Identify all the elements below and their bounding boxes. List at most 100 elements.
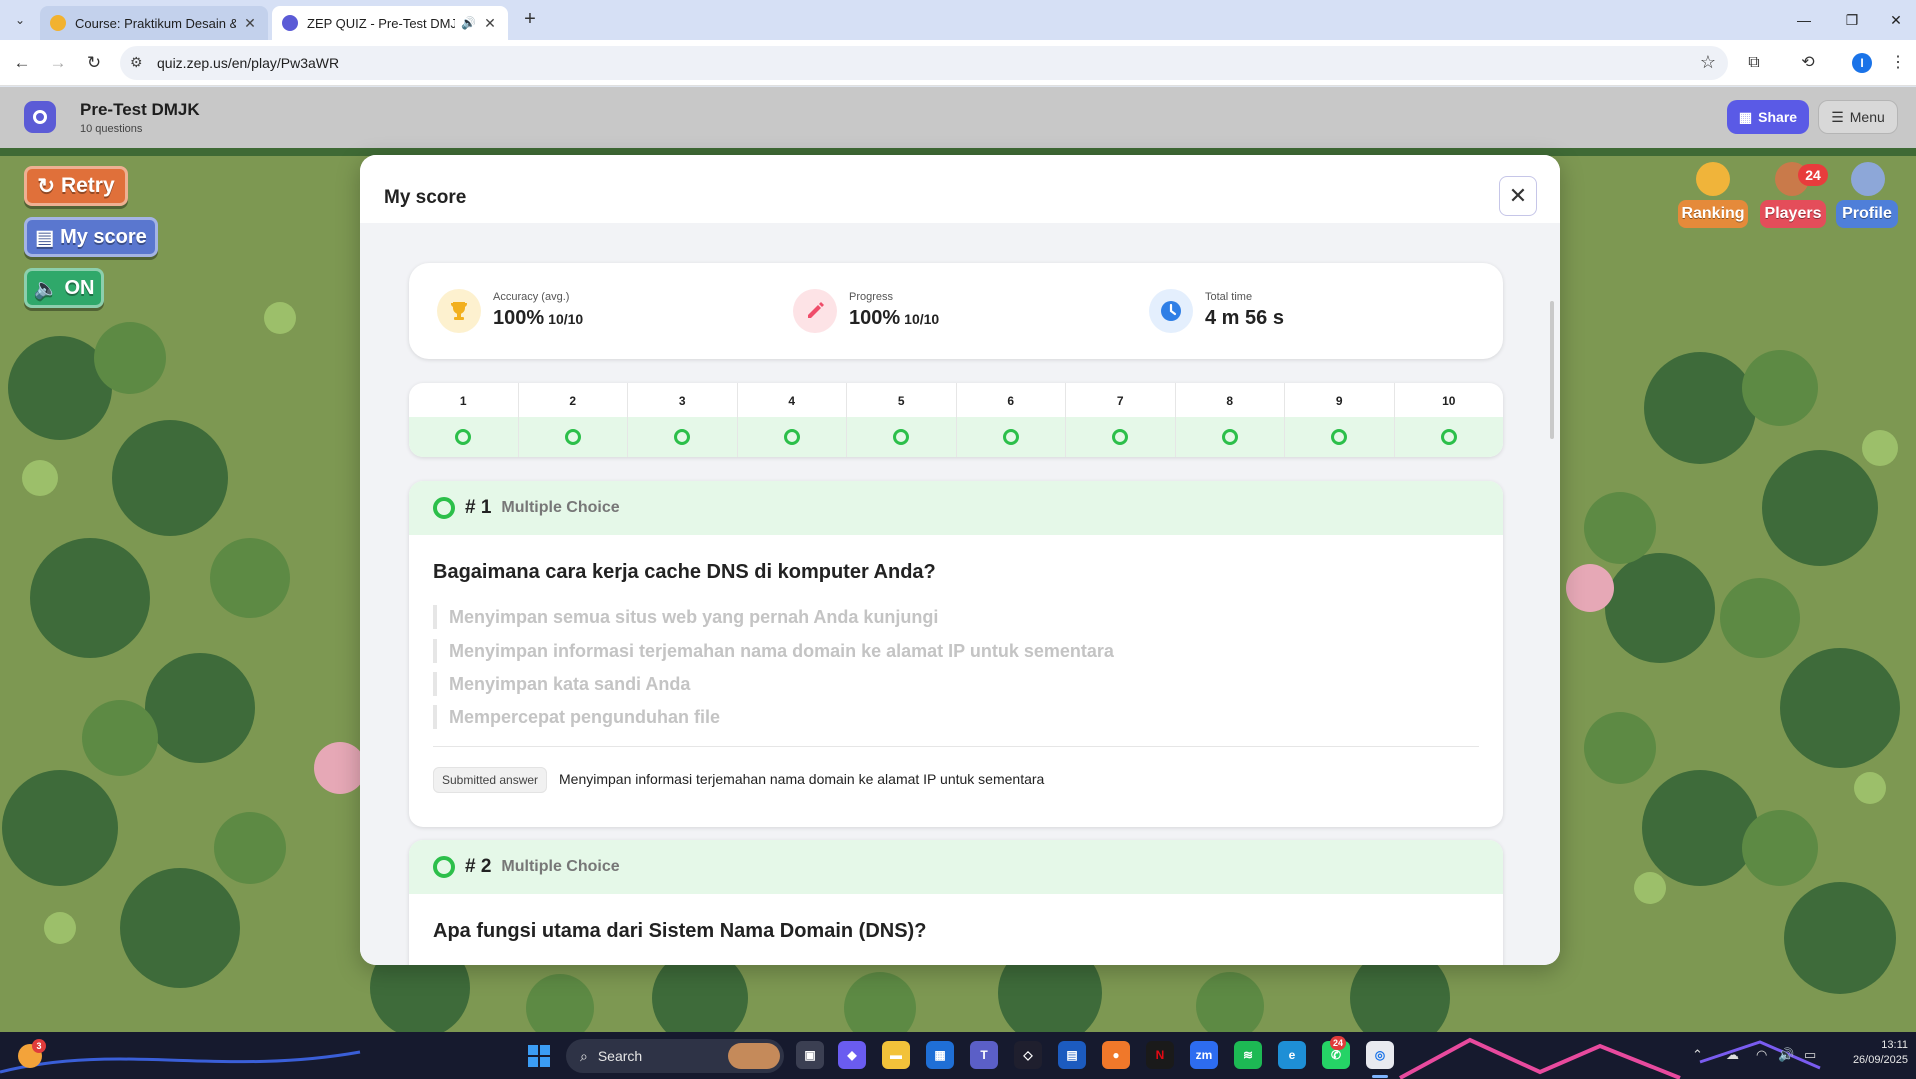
modal-scrollbar[interactable] bbox=[1550, 301, 1554, 439]
correct-ring-icon bbox=[1221, 429, 1238, 445]
question-cell[interactable]: 1 bbox=[409, 383, 519, 457]
task-view-icon[interactable]: ▣ bbox=[796, 1041, 824, 1069]
firefox-icon[interactable]: ● bbox=[1102, 1041, 1130, 1069]
profile-avatar[interactable]: I bbox=[1852, 53, 1872, 73]
pencil-icon bbox=[793, 289, 837, 333]
my-score-button[interactable]: ▤ My score bbox=[24, 217, 158, 257]
restore-icon[interactable]: ❐ bbox=[1830, 6, 1874, 34]
profile-label: Profile bbox=[1836, 200, 1898, 228]
question-card: # 2 Multiple Choice Apa fungsi utama dar… bbox=[409, 840, 1503, 965]
tab-search-button[interactable]: ⌄ bbox=[8, 8, 32, 32]
tab-title: Course: Praktikum Desain & Ma bbox=[75, 15, 236, 31]
question-cell[interactable]: 2 bbox=[518, 383, 628, 457]
active-app-indicator bbox=[1372, 1075, 1388, 1078]
teams-icon[interactable]: T bbox=[970, 1041, 998, 1069]
store-icon[interactable]: ▦ bbox=[926, 1041, 954, 1069]
trophy-icon bbox=[437, 289, 481, 333]
question-index: # 1 bbox=[465, 497, 492, 518]
zep-favicon-icon bbox=[282, 15, 298, 31]
my-score-label: My score bbox=[60, 225, 147, 248]
menu-button[interactable]: ☰ Menu bbox=[1818, 100, 1898, 134]
question-number: 9 bbox=[1335, 394, 1343, 408]
close-tab-icon[interactable]: ✕ bbox=[482, 15, 498, 32]
close-window-icon[interactable]: ✕ bbox=[1874, 6, 1916, 34]
close-tab-icon[interactable]: ✕ bbox=[242, 15, 258, 32]
score-summary-card: Accuracy (avg.) 100% 10/10 Progress 100% 1… bbox=[409, 263, 1503, 359]
minimize-icon[interactable]: — bbox=[1782, 6, 1826, 34]
speaker-icon: 🔈 bbox=[33, 277, 59, 300]
total-time-value: 4 m 56 s bbox=[1205, 307, 1284, 329]
correct-ring-icon bbox=[564, 429, 581, 445]
search-icon: ⌕ bbox=[580, 1047, 588, 1064]
edge-icon[interactable]: e bbox=[1278, 1041, 1306, 1069]
back-icon[interactable]: ← bbox=[8, 49, 36, 77]
accuracy-label: Accuracy (avg.) bbox=[493, 291, 570, 303]
clipboard-icon: ▤ bbox=[35, 226, 55, 249]
question-cell[interactable]: 4 bbox=[737, 383, 847, 457]
forward-icon[interactable]: → bbox=[44, 49, 72, 77]
question-cell[interactable]: 3 bbox=[628, 383, 738, 457]
correct-ring-icon bbox=[674, 429, 691, 445]
wallpaper-strip bbox=[0, 1037, 1821, 1079]
question-cell[interactable]: 7 bbox=[1066, 383, 1176, 457]
weather-badge: 3 bbox=[32, 1039, 46, 1053]
new-tab-button[interactable]: + bbox=[518, 8, 542, 32]
battery-icon[interactable]: ▭ bbox=[1804, 1047, 1816, 1063]
volume-icon[interactable]: 🔊 bbox=[1778, 1047, 1794, 1063]
windows-start-icon[interactable] bbox=[528, 1045, 550, 1067]
question-cell[interactable]: 6 bbox=[956, 383, 1066, 457]
tab-zep-quiz[interactable]: ZEP QUIZ - Pre-Test DMJK 🔊 ✕ bbox=[272, 6, 508, 40]
progress-label: Progress bbox=[849, 291, 894, 303]
taskbar-search[interactable]: ⌕ Search bbox=[566, 1039, 784, 1073]
menu-label: Menu bbox=[1849, 109, 1885, 125]
chrome-icon[interactable]: ◎ bbox=[1366, 1041, 1394, 1069]
history-icon[interactable]: ⟲ bbox=[1796, 51, 1820, 75]
profile-button[interactable]: Profile bbox=[1836, 162, 1898, 228]
correct-ring-icon bbox=[783, 429, 800, 445]
modal-body[interactable]: Accuracy (avg.) 100% 10/10 Progress 100% 1… bbox=[360, 223, 1560, 965]
submitted-answer-text: Menyimpan informasi terjemahan nama doma… bbox=[559, 771, 1045, 787]
correct-ring-icon bbox=[1331, 429, 1348, 445]
ranking-button[interactable]: Ranking bbox=[1678, 162, 1748, 228]
question-number: 1 bbox=[459, 394, 467, 408]
reload-icon[interactable]: ↻ bbox=[80, 49, 108, 77]
dropbox-icon[interactable]: ◇ bbox=[1014, 1041, 1042, 1069]
code-editor-icon[interactable]: ▤ bbox=[1058, 1041, 1086, 1069]
sound-toggle-button[interactable]: 🔈 ON bbox=[24, 268, 104, 308]
question-card-header: # 1 Multiple Choice bbox=[409, 481, 1503, 535]
close-modal-button[interactable]: ✕ bbox=[1499, 176, 1537, 216]
question-cell[interactable]: 5 bbox=[847, 383, 957, 457]
tray-overflow-icon[interactable]: ⌃ bbox=[1692, 1047, 1703, 1063]
question-number: 4 bbox=[788, 394, 796, 408]
question-cell[interactable]: 10 bbox=[1394, 383, 1503, 457]
taskbar-clock[interactable]: 13:11 26/09/2025 bbox=[1848, 1038, 1908, 1068]
bookmark-star-icon[interactable]: ☆ bbox=[1700, 52, 1716, 73]
whatsapp-badge: 24 bbox=[1330, 1036, 1347, 1050]
question-index: # 2 bbox=[465, 856, 492, 877]
share-button[interactable]: ▦ Share bbox=[1727, 100, 1809, 134]
file-explorer-icon[interactable]: ▬ bbox=[882, 1041, 910, 1069]
quiz-title: Pre-Test DMJK bbox=[80, 100, 200, 119]
retry-button[interactable]: ↻ Retry bbox=[24, 166, 128, 206]
tab-course[interactable]: Course: Praktikum Desain & Ma ✕ bbox=[40, 6, 268, 40]
browser-menu-icon[interactable]: ⋮ bbox=[1886, 51, 1910, 75]
question-cell[interactable]: 9 bbox=[1285, 383, 1395, 457]
submitted-answer-badge: Submitted answer bbox=[433, 767, 548, 793]
extensions-icon[interactable]: ⧉ bbox=[1742, 51, 1766, 75]
site-info-icon[interactable]: ⚙ bbox=[130, 54, 143, 71]
copilot-icon[interactable]: ◆ bbox=[838, 1041, 866, 1069]
question-cell[interactable]: 8 bbox=[1175, 383, 1285, 457]
zep-quiz-logo-icon[interactable] bbox=[24, 101, 56, 133]
zoom-icon[interactable]: zm bbox=[1190, 1041, 1218, 1069]
url-text[interactable]: quiz.zep.us/en/play/Pw3aWR bbox=[157, 55, 339, 71]
search-placeholder: Search bbox=[597, 1048, 643, 1064]
wifi-icon[interactable]: ◠ bbox=[1756, 1047, 1767, 1063]
netflix-icon[interactable]: N bbox=[1146, 1041, 1174, 1069]
sound-label: ON bbox=[64, 276, 95, 299]
correct-ring-icon bbox=[433, 856, 455, 878]
address-bar[interactable]: ⚙ quiz.zep.us/en/play/Pw3aWR ☆ bbox=[120, 46, 1728, 80]
onedrive-icon[interactable]: ☁ bbox=[1726, 1047, 1739, 1063]
spotify-icon[interactable]: ≋ bbox=[1234, 1041, 1262, 1069]
question-type: Multiple Choice bbox=[501, 858, 620, 875]
audio-playing-icon[interactable]: 🔊 bbox=[461, 16, 476, 30]
